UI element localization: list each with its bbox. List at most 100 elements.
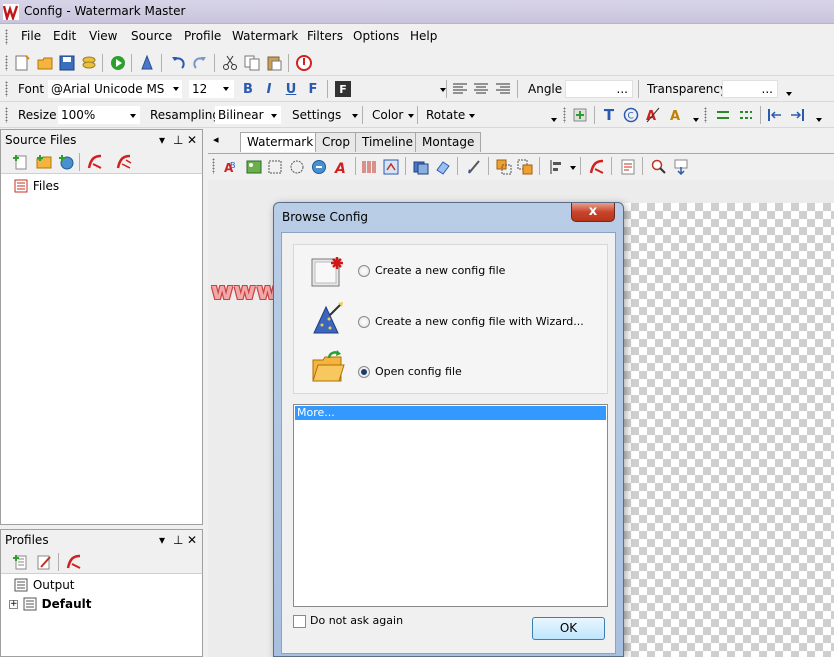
color-dropdown-icon[interactable]: [408, 114, 414, 118]
copy-icon[interactable]: [244, 55, 260, 71]
menu-edit[interactable]: Edit: [53, 29, 76, 43]
undo-icon[interactable]: [170, 55, 186, 71]
redo-icon[interactable]: [192, 55, 208, 71]
delete-object-icon[interactable]: [589, 159, 605, 175]
color-button[interactable]: Color: [372, 108, 403, 122]
run-icon[interactable]: [110, 55, 126, 71]
expand-icon[interactable]: +: [9, 599, 18, 609]
profile-item-default[interactable]: + Default: [9, 596, 91, 612]
align-objects-icon[interactable]: [549, 159, 565, 175]
option-open-config-label[interactable]: Open config file: [375, 365, 462, 378]
font-effect-icon[interactable]: A: [333, 159, 349, 175]
edit-profile-icon[interactable]: [36, 554, 52, 570]
bold-icon[interactable]: B: [240, 81, 256, 97]
new-file-icon[interactable]: [14, 55, 30, 71]
text-watermark-icon[interactable]: T: [601, 106, 617, 124]
radio-new-config[interactable]: [358, 265, 370, 277]
delete-profile-icon[interactable]: [66, 554, 82, 570]
pin-icon[interactable]: ⊥: [173, 130, 183, 150]
paste-icon[interactable]: [266, 55, 282, 71]
rotate-button[interactable]: Rotate: [426, 108, 465, 122]
font-dialog-icon[interactable]: F: [335, 81, 351, 97]
ok-button[interactable]: OK: [532, 617, 605, 640]
add-file-icon[interactable]: [13, 154, 29, 170]
panel-menu-icon[interactable]: ▾: [159, 130, 165, 150]
italic-icon[interactable]: I: [261, 81, 277, 97]
stop-icon[interactable]: [296, 55, 312, 71]
settings-dropdown-icon[interactable]: [352, 114, 358, 118]
font-toolbar-overflow-icon[interactable]: [786, 92, 792, 96]
radio-new-config-wizard[interactable]: [358, 316, 370, 328]
distribute-vertical-icon[interactable]: [738, 107, 754, 123]
menu-view[interactable]: View: [89, 29, 117, 43]
do-not-ask-checkbox[interactable]: [293, 615, 306, 628]
image-toolbar-overflow-icon[interactable]: [551, 118, 557, 122]
add-text-icon[interactable]: AB: [223, 159, 239, 175]
copyright-icon[interactable]: C: [623, 107, 639, 123]
effects-toolbar-overflow-icon[interactable]: [693, 118, 699, 122]
bring-front-icon[interactable]: [496, 159, 512, 175]
resize-dropdown-icon[interactable]: [130, 114, 136, 118]
align-objects-dropdown-icon[interactable]: [570, 166, 576, 170]
recent-config-list[interactable]: More...: [293, 404, 608, 607]
align-right-icon[interactable]: [495, 81, 511, 97]
tab-timeline[interactable]: Timeline: [355, 132, 421, 152]
close-icon[interactable]: ✕: [187, 130, 197, 150]
tab-crop[interactable]: Crop: [315, 132, 358, 152]
tab-watermark[interactable]: Watermark: [240, 132, 321, 152]
panel-menu-icon[interactable]: ▾: [159, 530, 165, 550]
cut-icon[interactable]: [222, 55, 238, 71]
align-toolbar-overflow-icon[interactable]: [816, 118, 822, 122]
main-toolbar-grip[interactable]: [5, 55, 8, 71]
properties-icon[interactable]: [620, 159, 636, 175]
send-back-icon[interactable]: [517, 159, 533, 175]
angle-input[interactable]: ...: [565, 80, 633, 98]
add-layer-icon[interactable]: [572, 107, 588, 123]
option-new-config-wizard-label[interactable]: Create a new config file with Wizard...: [375, 315, 584, 328]
rotate-dropdown-icon[interactable]: [469, 114, 475, 118]
text-effect-icon[interactable]: A: [645, 107, 661, 123]
brush-icon[interactable]: [466, 159, 482, 175]
align-center-icon[interactable]: [473, 81, 489, 97]
add-folder-icon[interactable]: [36, 154, 52, 170]
tab-montage[interactable]: Montage: [415, 132, 482, 152]
add-image-icon[interactable]: [246, 159, 262, 175]
save-all-icon[interactable]: [81, 55, 97, 71]
close-icon[interactable]: x: [571, 203, 615, 222]
resampling-dropdown-icon[interactable]: [271, 114, 277, 118]
do-not-ask-label[interactable]: Do not ask again: [310, 614, 403, 627]
menu-filters[interactable]: Filters: [307, 29, 343, 43]
pin-icon[interactable]: ⊥: [173, 530, 183, 550]
watermark-tools-grip[interactable]: [212, 158, 215, 174]
align-toolbar-grip[interactable]: [704, 107, 707, 123]
font-family-combo[interactable]: @Arial Unicode MS: [48, 80, 182, 98]
menu-options[interactable]: Options: [353, 29, 399, 43]
effects-toolbar-grip[interactable]: [563, 107, 566, 123]
resize-combo[interactable]: 100%: [58, 106, 140, 124]
export-icon[interactable]: [673, 159, 689, 175]
radio-open-config[interactable]: [358, 366, 370, 378]
add-url-icon[interactable]: [58, 154, 74, 170]
menu-profile[interactable]: Profile: [184, 29, 221, 43]
menu-file[interactable]: File: [21, 29, 41, 43]
underline-icon[interactable]: U: [283, 81, 299, 97]
new-profile-icon[interactable]: [13, 554, 29, 570]
menu-help[interactable]: Help: [410, 29, 437, 43]
zoom-icon[interactable]: [651, 159, 667, 175]
menu-source[interactable]: Source: [131, 29, 172, 43]
barcode-icon[interactable]: [361, 159, 377, 175]
layer-icon[interactable]: [413, 159, 429, 175]
tab-scroll-left-icon[interactable]: ◂: [213, 133, 219, 146]
settings-button[interactable]: Settings: [292, 108, 341, 122]
align-left-icon[interactable]: [452, 81, 468, 97]
menu-watermark[interactable]: Watermark: [232, 29, 298, 43]
close-icon[interactable]: ✕: [187, 530, 197, 550]
text-shadow-icon[interactable]: A: [667, 107, 683, 123]
files-tree-item[interactable]: Files: [13, 178, 59, 194]
option-new-config-label[interactable]: Create a new config file: [375, 264, 505, 277]
remove-all-icon[interactable]: [116, 154, 132, 170]
align-right-edge-icon[interactable]: [789, 107, 805, 123]
open-folder-icon[interactable]: [37, 55, 53, 71]
save-icon[interactable]: [59, 55, 75, 71]
font-family-dropdown-icon[interactable]: [173, 87, 179, 91]
